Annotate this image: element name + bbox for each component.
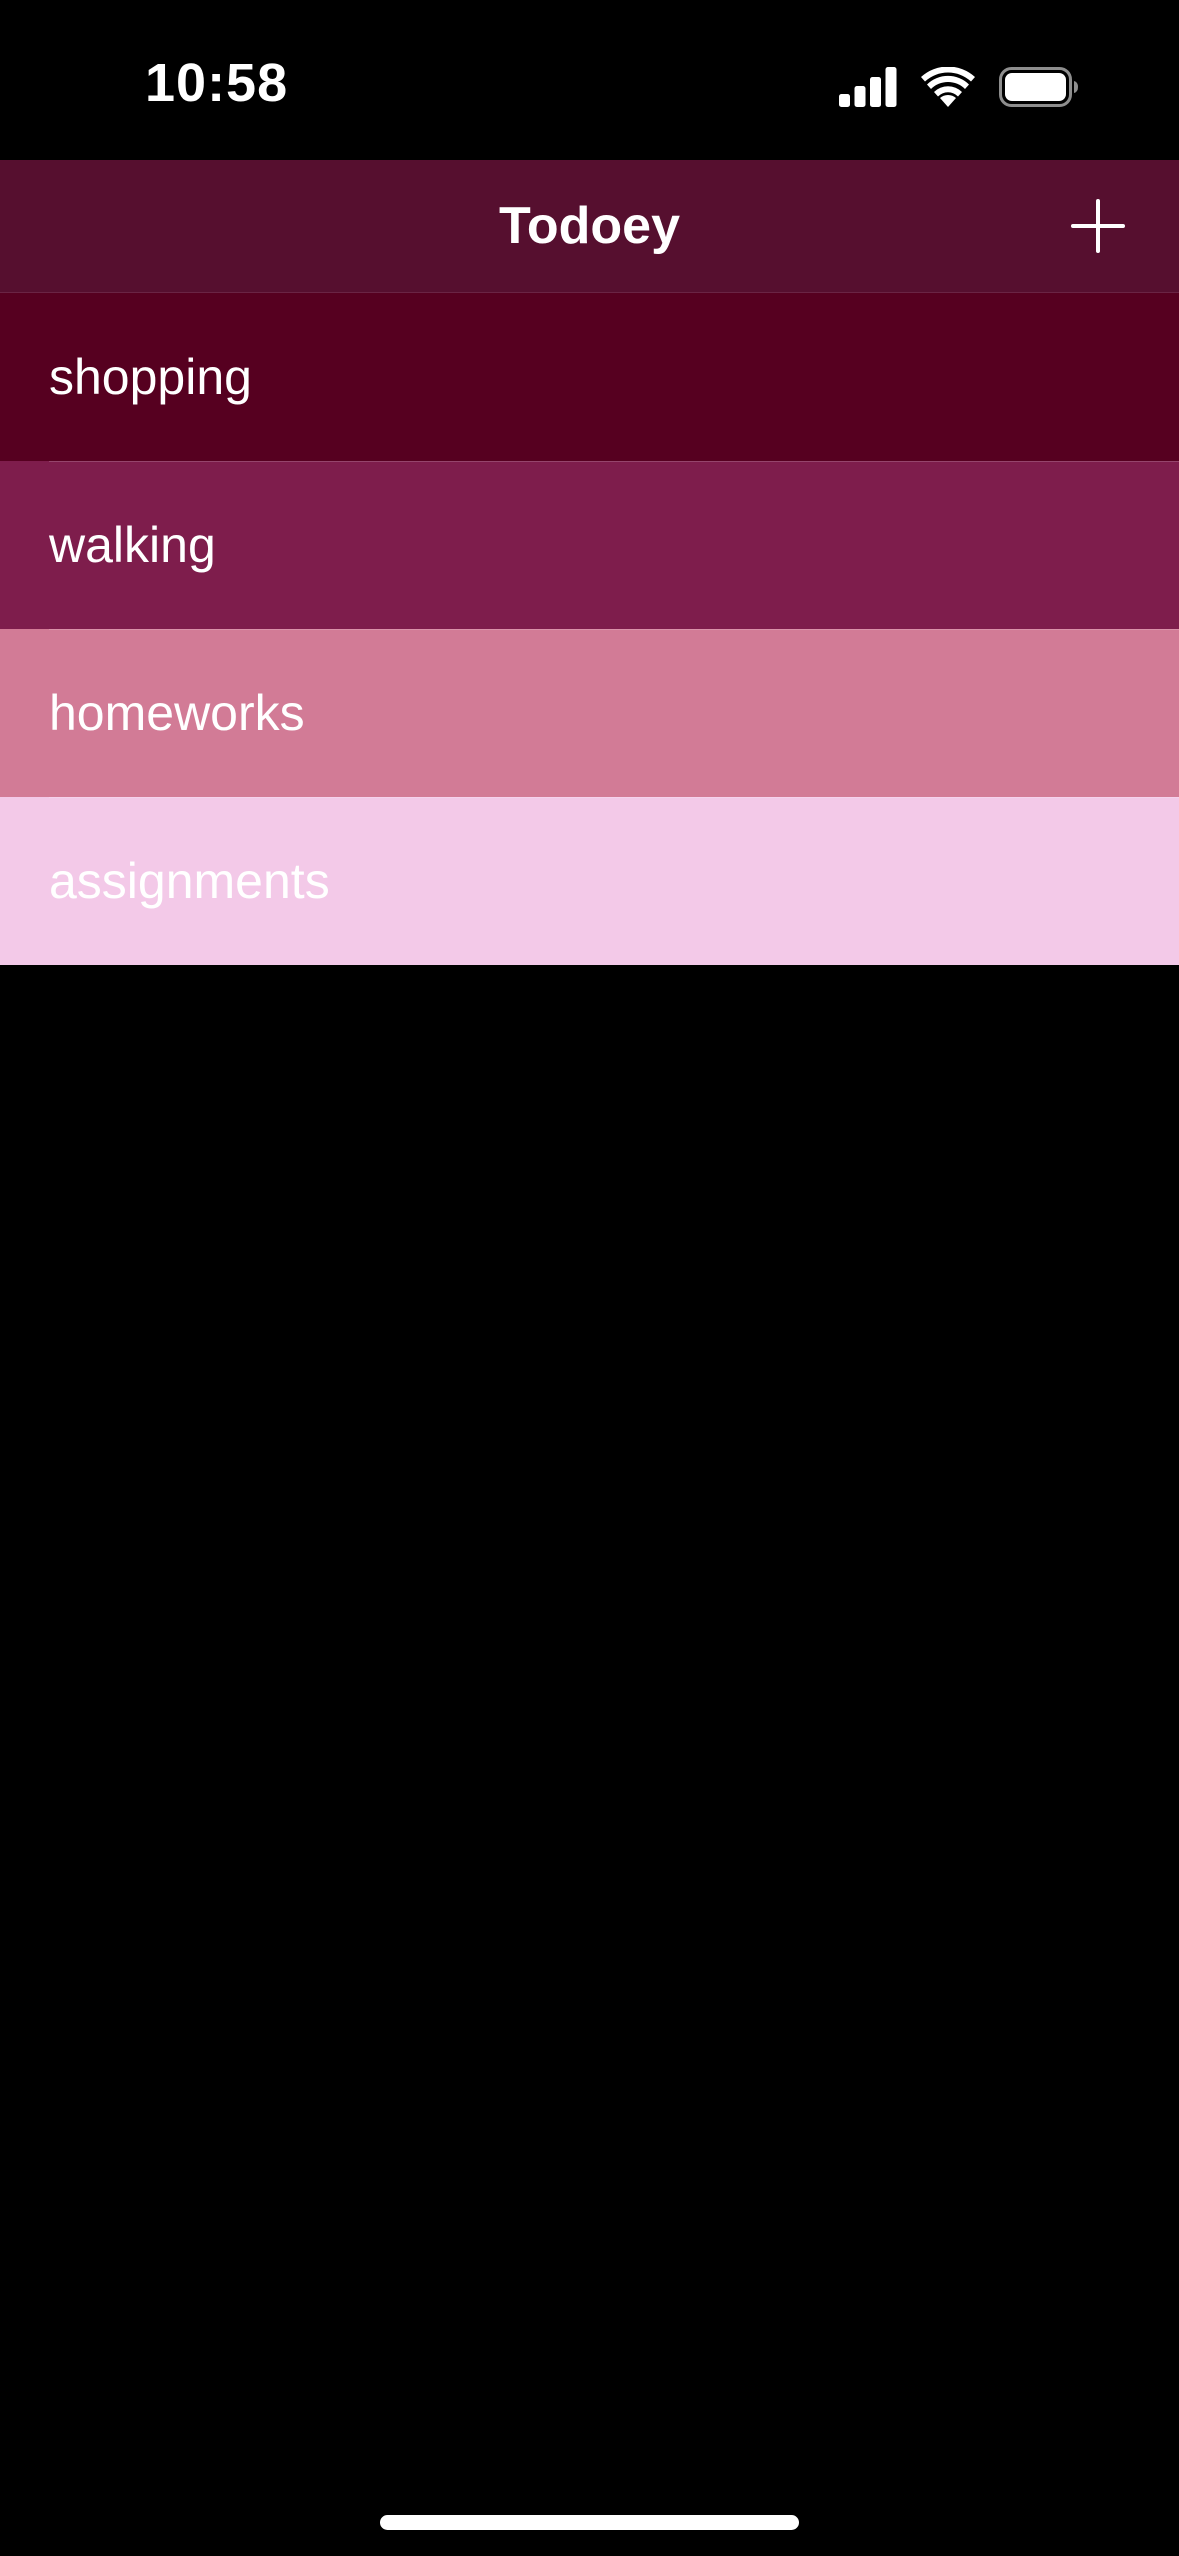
list-item[interactable]: shopping	[0, 293, 1179, 461]
plus-icon	[1071, 199, 1125, 253]
list-item-label: walking	[49, 517, 216, 573]
status-bar: 10:58	[0, 0, 1179, 160]
list-item[interactable]: walking	[0, 461, 1179, 629]
status-icons	[839, 62, 1079, 112]
list-item[interactable]: homeworks	[0, 629, 1179, 797]
category-list: shopping walking homeworks assignments	[0, 293, 1179, 965]
page-title: Todoey	[498, 197, 681, 255]
battery-icon	[999, 67, 1079, 107]
add-category-button[interactable]	[1069, 197, 1127, 255]
list-item[interactable]: assignments	[0, 797, 1179, 965]
app-screen: 10:58 Todoey shopping walking homeworks …	[0, 0, 1179, 2556]
home-indicator[interactable]	[380, 2515, 799, 2530]
list-item-label: shopping	[49, 349, 252, 405]
navigation-bar: Todoey	[0, 160, 1179, 293]
wifi-icon	[921, 67, 975, 107]
cellular-signal-icon	[839, 67, 897, 107]
list-item-label: homeworks	[49, 685, 305, 741]
list-item-label: assignments	[49, 853, 330, 909]
status-time: 10:58	[145, 53, 289, 113]
